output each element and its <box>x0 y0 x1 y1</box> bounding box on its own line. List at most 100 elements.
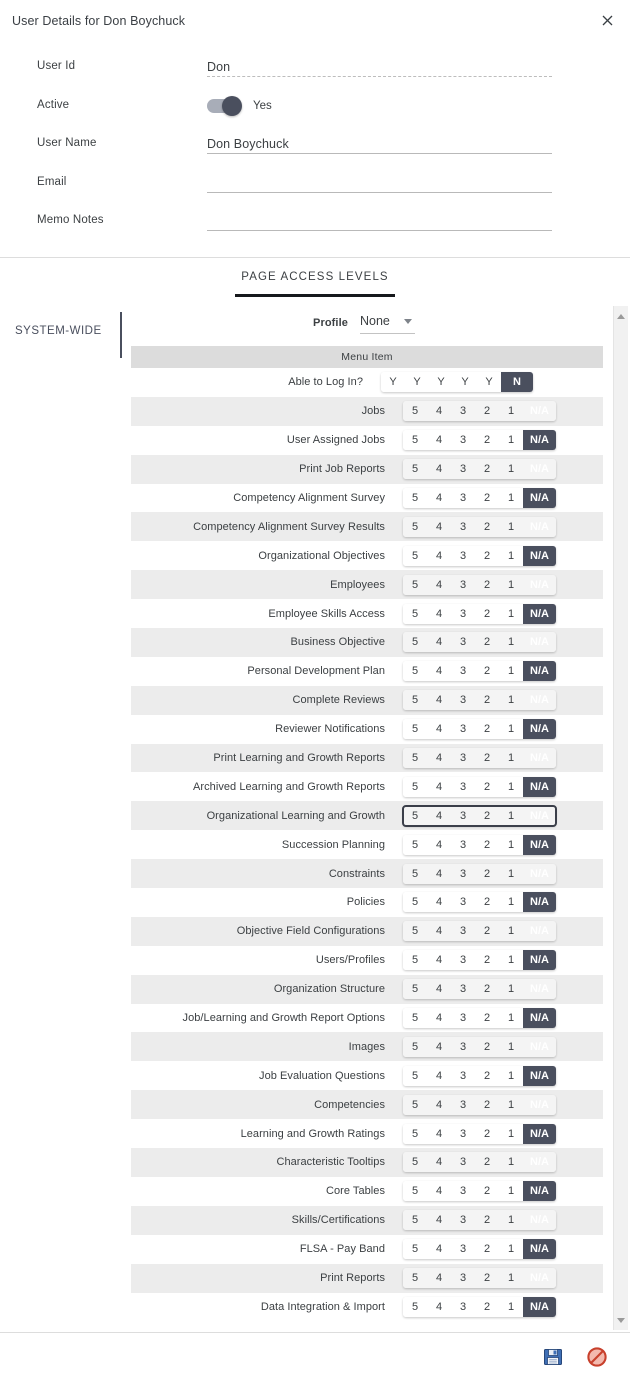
access-level-option-5[interactable]: 5 <box>403 1008 427 1029</box>
access-level-option-1[interactable]: 1 <box>499 632 523 653</box>
access-level-option-n-a[interactable]: N/A <box>523 834 556 855</box>
access-level-option-2[interactable]: 2 <box>475 1094 499 1115</box>
access-level-option-3[interactable]: 3 <box>451 516 475 537</box>
access-level-option-2[interactable]: 2 <box>475 863 499 884</box>
email-input[interactable] <box>207 173 552 193</box>
access-level-option-4[interactable]: 4 <box>427 1210 451 1231</box>
access-level-option-2[interactable]: 2 <box>475 892 499 913</box>
access-level-option-4[interactable]: 4 <box>427 1094 451 1115</box>
access-level-option-2[interactable]: 2 <box>475 401 499 422</box>
access-level-option-1[interactable]: 1 <box>499 1152 523 1173</box>
access-level-option-5[interactable]: 5 <box>403 603 427 624</box>
access-level-option-3[interactable]: 3 <box>451 1123 475 1144</box>
access-level-option-3[interactable]: 3 <box>451 401 475 422</box>
access-level-option-2[interactable]: 2 <box>475 950 499 971</box>
access-level-option-3[interactable]: 3 <box>451 574 475 595</box>
access-level-option-3[interactable]: 3 <box>451 1296 475 1317</box>
access-level-option-5[interactable]: 5 <box>403 979 427 1000</box>
access-level-option-2[interactable]: 2 <box>475 1008 499 1029</box>
access-level-option-5[interactable]: 5 <box>403 574 427 595</box>
access-level-option-3[interactable]: 3 <box>451 805 475 826</box>
access-level-option-3[interactable]: 3 <box>451 1239 475 1260</box>
access-level-option-3[interactable]: 3 <box>451 545 475 566</box>
access-level-option-2[interactable]: 2 <box>475 748 499 769</box>
access-level-option-4[interactable]: 4 <box>427 979 451 1000</box>
access-level-option-1[interactable]: 1 <box>499 1065 523 1086</box>
access-level-option-5[interactable]: 5 <box>403 1210 427 1231</box>
access-level-option-3[interactable]: 3 <box>451 921 475 942</box>
access-level-option-2[interactable]: 2 <box>475 516 499 537</box>
access-level-option-2[interactable]: 2 <box>475 488 499 508</box>
memo-notes-input[interactable] <box>207 211 552 231</box>
cancel-icon[interactable] <box>586 1346 608 1368</box>
access-level-option-1[interactable]: 1 <box>499 748 523 769</box>
access-level-option-3[interactable]: 3 <box>451 488 475 508</box>
access-level-option-1[interactable]: 1 <box>499 719 523 740</box>
access-level-option-1[interactable]: 1 <box>499 863 523 884</box>
active-toggle[interactable] <box>207 95 242 116</box>
access-level-option-3[interactable]: 3 <box>451 603 475 624</box>
access-level-option-3[interactable]: 3 <box>451 1210 475 1231</box>
user-name-input[interactable]: Don Boychuck <box>207 134 552 154</box>
access-level-option-n-a[interactable]: N/A <box>523 430 556 451</box>
access-level-option-n-a[interactable]: N/A <box>523 1239 556 1260</box>
access-level-option-1[interactable]: 1 <box>499 603 523 624</box>
access-level-option-4[interactable]: 4 <box>427 834 451 855</box>
access-level-option-4[interactable]: 4 <box>427 921 451 942</box>
access-level-option-1[interactable]: 1 <box>499 690 523 711</box>
access-level-option-n-a[interactable]: N/A <box>523 661 556 682</box>
access-level-option-5[interactable]: 5 <box>403 805 427 826</box>
access-level-option-3[interactable]: 3 <box>451 1065 475 1086</box>
access-level-option-4[interactable]: 4 <box>427 459 451 480</box>
access-level-option-n-a[interactable]: N/A <box>523 488 556 508</box>
access-level-option-5[interactable]: 5 <box>403 776 427 797</box>
access-level-option-1[interactable]: 1 <box>499 776 523 797</box>
access-level-option-n-a[interactable]: N/A <box>523 690 556 711</box>
access-level-option-5[interactable]: 5 <box>403 1152 427 1173</box>
access-level-option-n-a[interactable]: N/A <box>523 1210 556 1231</box>
access-level-option-4[interactable]: 4 <box>427 632 451 653</box>
access-level-option-3[interactable]: 3 <box>451 1152 475 1173</box>
access-level-option-2[interactable]: 2 <box>475 603 499 624</box>
access-level-option-2[interactable]: 2 <box>475 690 499 711</box>
access-level-option-4[interactable]: 4 <box>427 892 451 913</box>
save-icon[interactable] <box>542 1346 564 1368</box>
access-level-option-5[interactable]: 5 <box>403 1036 427 1057</box>
access-level-option-4[interactable]: 4 <box>427 1181 451 1202</box>
close-icon[interactable] <box>596 9 618 31</box>
access-level-option-5[interactable]: 5 <box>403 863 427 884</box>
access-level-option-2[interactable]: 2 <box>475 545 499 566</box>
access-level-option-n-a[interactable]: N/A <box>523 979 556 1000</box>
access-level-option-3[interactable]: 3 <box>451 1268 475 1289</box>
access-level-option-1[interactable]: 1 <box>499 1239 523 1260</box>
access-level-option-2[interactable]: 2 <box>475 1065 499 1086</box>
access-level-option-3[interactable]: 3 <box>451 459 475 480</box>
access-level-option-1[interactable]: 1 <box>499 574 523 595</box>
access-level-option-3[interactable]: 3 <box>451 1008 475 1029</box>
access-level-option-n-a[interactable]: N/A <box>523 892 556 913</box>
access-level-option-n-a[interactable]: N/A <box>523 921 556 942</box>
access-level-option-3[interactable]: 3 <box>451 661 475 682</box>
access-level-option-3[interactable]: 3 <box>451 950 475 971</box>
access-level-option-1[interactable]: 1 <box>499 1268 523 1289</box>
access-level-option-2[interactable]: 2 <box>475 1152 499 1173</box>
access-level-option-y[interactable]: Y <box>477 372 501 393</box>
access-level-option-1[interactable]: 1 <box>499 834 523 855</box>
access-level-option-5[interactable]: 5 <box>403 661 427 682</box>
access-level-option-1[interactable]: 1 <box>499 1210 523 1231</box>
access-level-option-n-a[interactable]: N/A <box>523 603 556 624</box>
access-level-option-1[interactable]: 1 <box>499 1008 523 1029</box>
access-level-option-5[interactable]: 5 <box>403 1239 427 1260</box>
access-level-option-5[interactable]: 5 <box>403 690 427 711</box>
access-level-option-y[interactable]: Y <box>381 372 405 393</box>
access-level-option-y[interactable]: Y <box>429 372 453 393</box>
scroll-down-arrow-icon[interactable] <box>614 1312 628 1328</box>
access-level-option-1[interactable]: 1 <box>499 516 523 537</box>
access-level-option-n[interactable]: N <box>501 372 533 393</box>
access-level-option-3[interactable]: 3 <box>451 834 475 855</box>
access-level-option-4[interactable]: 4 <box>427 1268 451 1289</box>
access-level-option-1[interactable]: 1 <box>499 401 523 422</box>
access-level-option-2[interactable]: 2 <box>475 979 499 1000</box>
access-level-option-n-a[interactable]: N/A <box>523 516 556 537</box>
access-level-option-5[interactable]: 5 <box>403 545 427 566</box>
